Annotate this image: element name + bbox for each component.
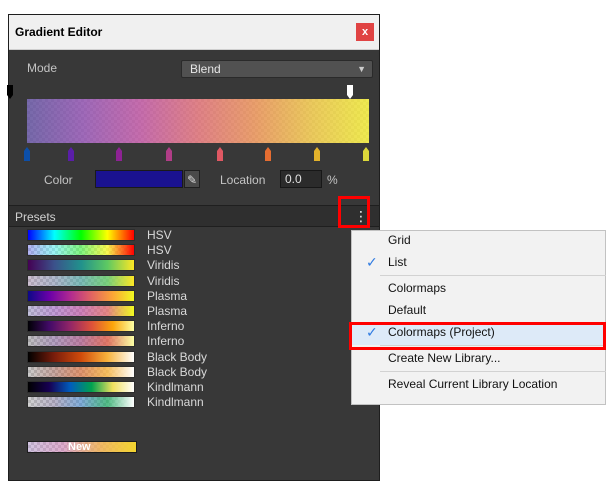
chevron-down-icon: ▼ <box>357 64 366 74</box>
window-title: Gradient Editor <box>15 25 103 39</box>
menu-item-label: Grid <box>388 233 411 247</box>
preset-label: Inferno <box>147 334 185 349</box>
preset-row[interactable]: Black Body <box>27 364 327 379</box>
location-label: Location <box>220 173 266 187</box>
preset-label: Kindlmann <box>147 395 204 410</box>
preset-swatch <box>27 350 135 363</box>
alpha-marker-right-icon[interactable] <box>347 85 353 99</box>
close-button[interactable]: x <box>356 23 374 41</box>
preset-label: Plasma <box>147 304 188 318</box>
preset-swatch <box>27 381 135 393</box>
preset-label: Black Body <box>147 349 208 364</box>
color-marker-icon[interactable] <box>265 147 271 161</box>
preset-swatch <box>27 244 135 257</box>
preset-swatch <box>27 365 135 378</box>
highlight-box-colormaps-project <box>349 322 606 350</box>
preset-label: Kindlmann <box>147 380 204 394</box>
mode-dropdown[interactable]: Blend ▼ <box>181 60 373 78</box>
preset-row[interactable]: Kindlmann <box>27 395 327 410</box>
menu-item[interactable]: ✓ List <box>352 253 605 275</box>
menu-separator <box>380 275 606 276</box>
preset-swatch <box>27 274 135 287</box>
color-marker-icon[interactable] <box>116 147 122 161</box>
highlight-box-more-button <box>338 196 370 228</box>
presets-header: Presets ⋮ <box>9 205 379 227</box>
menu-item[interactable]: Default <box>352 301 605 323</box>
color-marker-icon[interactable] <box>166 147 172 161</box>
preset-row[interactable]: Inferno <box>27 334 327 349</box>
preset-row[interactable]: Kindlmann <box>27 380 327 394</box>
preset-list: HSV HSV Viridis Viridis Plasma Plasma Inferno I… <box>27 228 327 449</box>
preset-row[interactable]: Plasma <box>27 304 327 318</box>
percent-label: % <box>327 173 338 187</box>
color-marker-icon[interactable] <box>24 147 30 161</box>
new-preset-button[interactable]: New <box>27 441 137 453</box>
preset-swatch <box>27 289 135 302</box>
menu-item-label: Reveal Current Library Location <box>388 377 558 391</box>
preset-swatch <box>27 335 135 348</box>
color-label: Color <box>44 173 73 187</box>
color-swatch[interactable] <box>95 170 183 188</box>
menu-item[interactable]: Reveal Current Library Location <box>352 375 605 397</box>
presets-context-menu: Grid ✓ List Colormaps Default ✓ Colormaps (Pro… <box>351 230 606 405</box>
preset-label: Viridis <box>147 273 180 288</box>
mode-value: Blend <box>190 62 221 76</box>
preset-row[interactable]: Black Body <box>27 349 327 364</box>
location-input[interactable]: 0.0 <box>280 170 322 188</box>
menu-item-label: Default <box>388 303 427 317</box>
menu-item-label: List <box>388 255 407 269</box>
preset-label: Plasma <box>147 288 188 303</box>
preset-row[interactable]: Inferno <box>27 319 327 334</box>
preset-label: Black Body <box>147 364 208 379</box>
preset-swatch <box>27 259 135 272</box>
window-titlebar: Gradient Editor x <box>9 15 379 50</box>
menu-item[interactable]: Grid <box>352 231 605 253</box>
new-label: New <box>68 441 91 453</box>
preset-label: HSV <box>147 228 172 242</box>
menu-item-label: Colormaps <box>388 281 447 295</box>
menu-item-label: Create New Library... <box>388 351 501 365</box>
preset-swatch <box>27 320 135 333</box>
preset-swatch <box>27 229 135 241</box>
preset-row[interactable]: Plasma <box>27 288 327 303</box>
preset-label: Inferno <box>147 319 185 334</box>
alpha-marker-left-icon[interactable] <box>7 85 13 99</box>
preset-label: HSV <box>147 243 172 258</box>
preset-row[interactable]: Viridis <box>27 258 327 273</box>
preset-row[interactable]: HSV <box>27 228 327 242</box>
preset-swatch <box>27 305 135 317</box>
menu-item[interactable]: Colormaps <box>352 279 605 301</box>
preset-row[interactable]: HSV <box>27 243 327 258</box>
presets-label: Presets <box>15 210 56 224</box>
color-marker-icon[interactable] <box>68 147 74 161</box>
preset-label: Viridis <box>147 258 180 273</box>
color-marker-icon[interactable] <box>217 147 223 161</box>
color-marker-icon[interactable] <box>314 147 320 161</box>
gradient-editor-window: Gradient Editor x Mode Blend ▼ Color ✎ L… <box>7 14 380 481</box>
eyedropper-icon[interactable]: ✎ <box>184 170 200 188</box>
preset-swatch <box>27 396 135 409</box>
mode-label: Mode <box>27 61 58 75</box>
top-cut-region <box>0 0 606 14</box>
checkmark-icon: ✓ <box>366 254 378 270</box>
preset-row[interactable]: Viridis <box>27 273 327 288</box>
menu-item[interactable]: Create New Library... <box>352 349 605 371</box>
color-marker-icon[interactable] <box>363 147 369 161</box>
menu-separator <box>380 371 606 372</box>
gradient-preview[interactable] <box>27 99 369 143</box>
